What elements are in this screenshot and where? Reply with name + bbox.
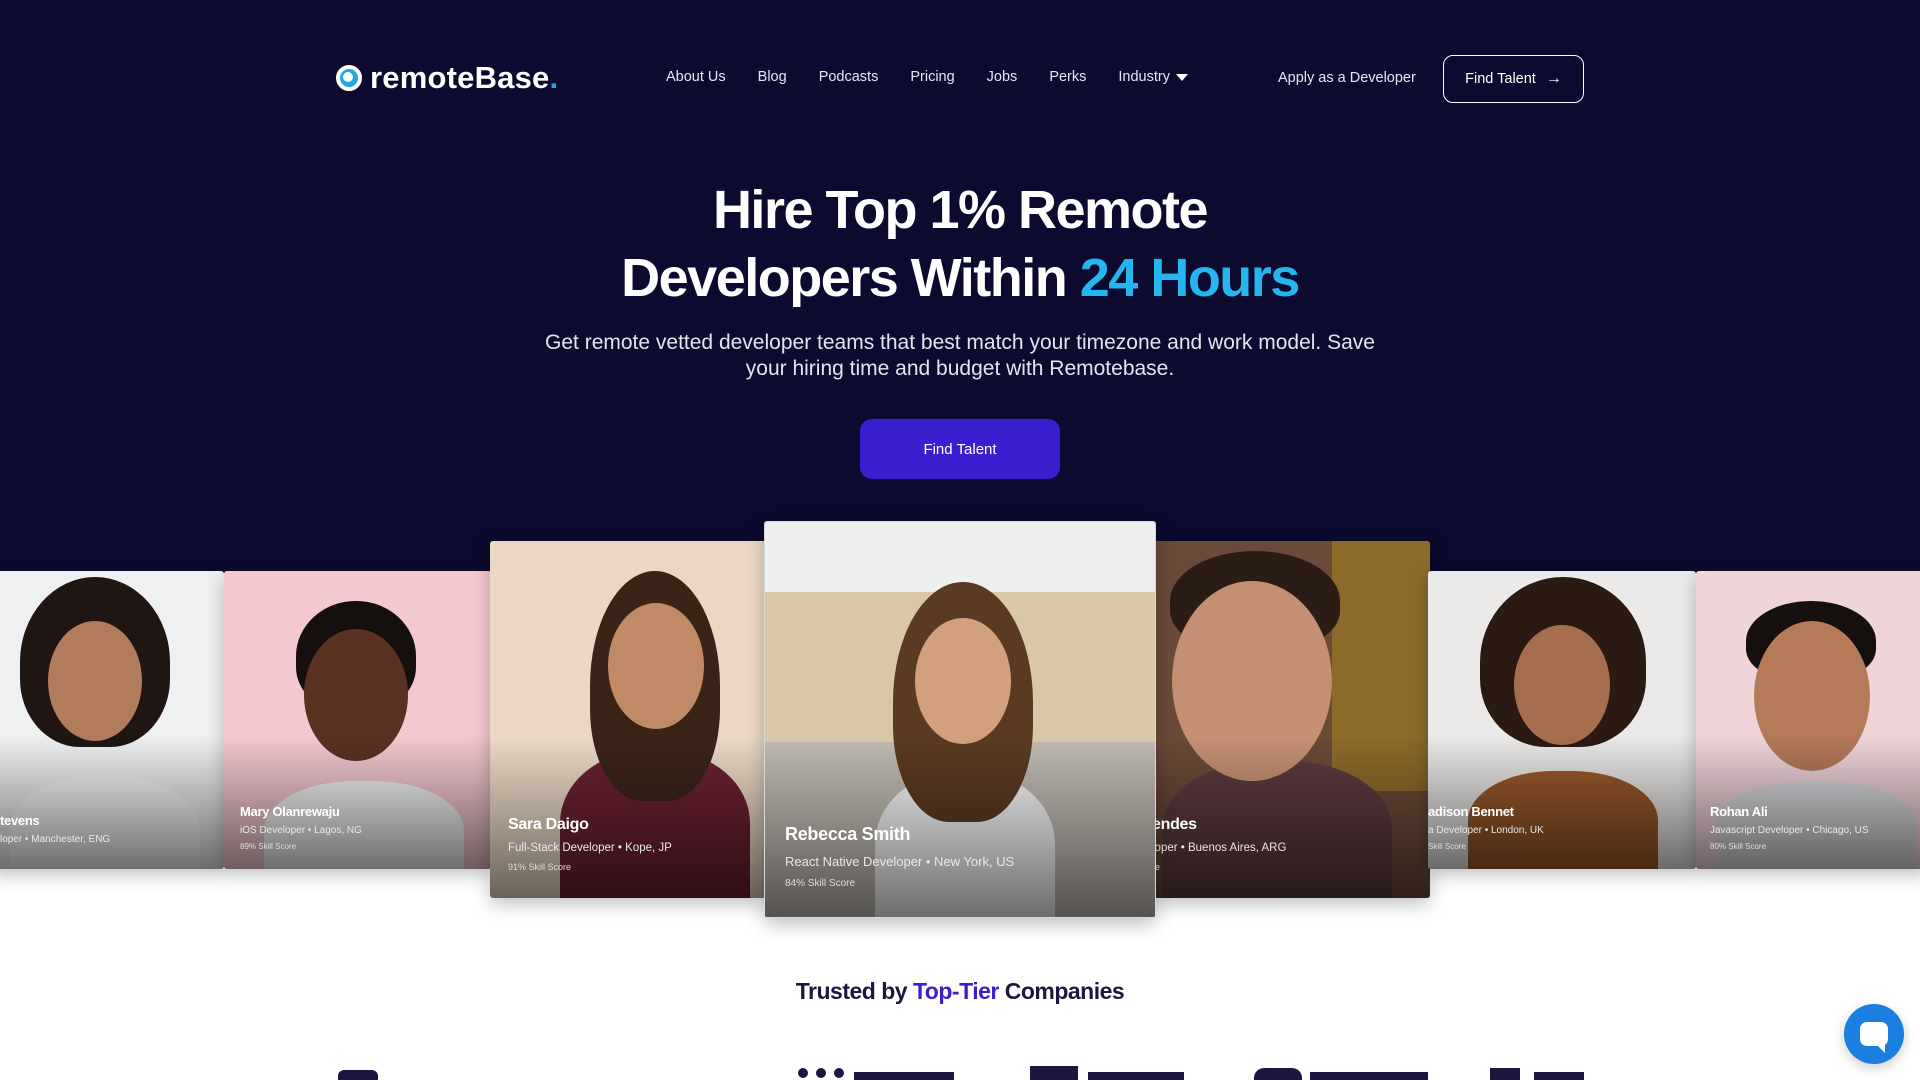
logo-globe-icon (336, 65, 362, 91)
developer-name: adison Bennet (1428, 804, 1514, 819)
nav-label: Pricing (910, 69, 955, 85)
nav-label: Perks (1049, 69, 1087, 85)
find-talent-label: Find Talent (1465, 71, 1536, 87)
company-logo (1030, 1066, 1078, 1080)
company-logo (798, 1068, 844, 1078)
developer-name: Mary Olanrewaju (240, 804, 340, 819)
headline-line-2: Developers Within (621, 248, 1080, 308)
headline-line-1: Hire Top 1% Remote (712, 180, 1209, 240)
nav-industry-dropdown[interactable]: Industry (1118, 69, 1188, 85)
nav-podcasts[interactable]: Podcasts (819, 69, 879, 85)
developer-card-featured[interactable]: Rebecca Smith React Native Developer • N… (764, 521, 1156, 918)
trusted-suffix: Companies (998, 978, 1125, 1004)
company-logo (1254, 1068, 1302, 1080)
remotebase-logo[interactable]: remoteBase . (336, 60, 558, 96)
developer-name: tevens (0, 813, 40, 828)
developer-card[interactable]: adison Bennet a Developer • London, UK S… (1428, 571, 1696, 869)
find-talent-header-button[interactable]: Find Talent → (1443, 55, 1584, 103)
hero-headline: Hire Top 1% Remote Developers Within 24 … (0, 176, 1920, 312)
developer-card[interactable]: Mary Olanrewaju iOS Developer • Lagos, N… (224, 571, 492, 869)
trusted-accent: Top-Tier (912, 978, 999, 1004)
company-logo (1310, 1072, 1428, 1080)
headline-accent: 24 Hours (1079, 248, 1301, 308)
nav-pricing[interactable]: Pricing (910, 69, 954, 85)
company-logo (854, 1072, 954, 1080)
nav-perks[interactable]: Perks (1049, 69, 1086, 85)
hero-subheadline: Get remote vetted developer teams that b… (545, 331, 1375, 380)
nav-label: Jobs (986, 69, 1018, 85)
company-logo (1088, 1072, 1184, 1080)
nav-blog[interactable]: Blog (758, 69, 787, 85)
logo-text: remoteBase (370, 60, 550, 95)
chat-bubble-icon (1860, 1022, 1888, 1053)
developer-role: a Developer • London, UK (1428, 825, 1544, 836)
developer-name: endes (1152, 816, 1197, 833)
trusted-prefix: Trusted by (795, 978, 913, 1004)
developer-name: Rohan Ali (1710, 804, 1768, 819)
nav-label: Podcasts (818, 69, 879, 85)
company-logo (1534, 1072, 1584, 1080)
developer-name: Sara Daigo (508, 816, 589, 833)
nav-jobs[interactable]: Jobs (987, 69, 1018, 85)
developer-role: Javascript Developer • Chicago, US (1710, 825, 1869, 836)
company-logos-strip (0, 1064, 1920, 1080)
developer-skill-score: 80% Skill Score (1710, 842, 1767, 851)
nav-label: Blog (757, 69, 787, 85)
developer-skill-score: 91% Skill Score (508, 862, 572, 872)
developer-card[interactable]: endes loper • Buenos Aires, ARG re (1152, 541, 1430, 898)
apply-as-developer-link[interactable]: Apply as a Developer (1278, 70, 1416, 86)
main-nav: About Us Blog Podcasts Pricing Jobs Perk… (666, 69, 1220, 85)
developer-skill-score: 84% Skill Score (785, 878, 856, 889)
developer-card[interactable]: Rohan Ali Javascript Developer • Chicago… (1696, 571, 1920, 869)
nav-label: Industry (1118, 69, 1170, 85)
developer-skill-score: Skill Score (1428, 842, 1466, 851)
nav-label: About Us (666, 69, 726, 85)
developer-role: iOS Developer • Lagos, NG (240, 825, 362, 836)
find-talent-cta-button[interactable]: Find Talent (860, 419, 1060, 479)
logo-dot: . (549, 60, 559, 95)
developer-skill-score: re (1152, 862, 1161, 872)
developer-role: React Native Developer • New York, US (785, 854, 1015, 869)
arrow-right-icon: → (1545, 70, 1562, 87)
developer-skill-score: 89% Skill Score (240, 842, 297, 851)
developer-role: Full-Stack Developer • Kope, JP (508, 842, 672, 854)
developer-role: loper • Buenos Aires, ARG (1152, 842, 1287, 854)
developer-card[interactable]: tevens loper • Manchester, ENG (0, 571, 224, 869)
trusted-by-heading: Trusted by Top-Tier Companies (0, 978, 1920, 1005)
developer-name: Rebecca Smith (785, 824, 911, 844)
chat-widget-button[interactable] (1844, 1004, 1904, 1064)
company-logo (338, 1070, 378, 1080)
nav-about-us[interactable]: About Us (666, 69, 726, 85)
caret-down-icon (1175, 73, 1188, 81)
company-logo (1490, 1068, 1520, 1080)
developer-card[interactable]: Sara Daigo Full-Stack Developer • Kope, … (490, 541, 766, 898)
developer-role: loper • Manchester, ENG (0, 834, 111, 845)
